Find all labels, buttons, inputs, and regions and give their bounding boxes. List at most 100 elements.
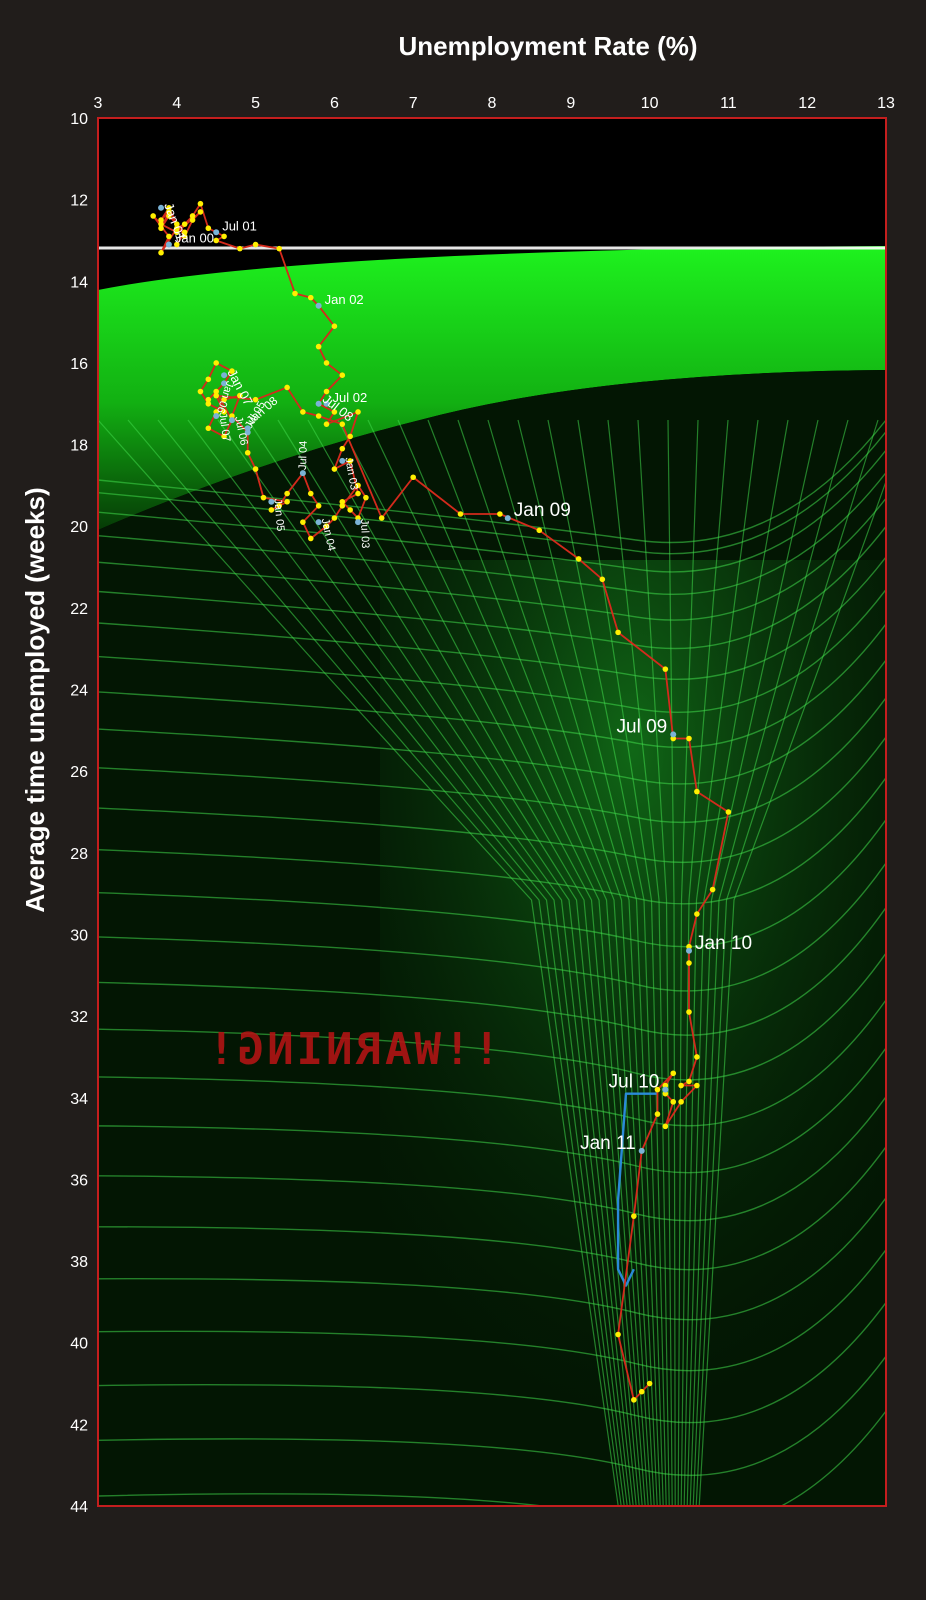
point-label: Jan 11: [580, 1133, 636, 1154]
data-point: [197, 388, 204, 395]
labeled-point: [504, 515, 511, 522]
y-tick-label: 24: [70, 683, 88, 700]
data-point: [213, 237, 219, 244]
data-point: [197, 200, 204, 207]
data-point: [615, 629, 621, 636]
data-point: [694, 1054, 700, 1060]
x-tick-label: 7: [409, 95, 418, 112]
data-point: [662, 666, 669, 672]
x-tick-label: 13: [877, 95, 895, 112]
data-point: [686, 1078, 692, 1085]
y-tick-label: 14: [70, 274, 88, 291]
labeled-point: [686, 947, 692, 954]
labeled-point: [315, 302, 322, 309]
data-point: [205, 425, 212, 432]
x-tick-label: 11: [720, 95, 737, 112]
data-point: [678, 1082, 684, 1089]
data-point: [599, 576, 606, 583]
data-point: [631, 1397, 637, 1403]
data-point: [694, 1082, 700, 1089]
data-point: [331, 515, 338, 521]
data-point: [670, 1099, 677, 1105]
data-point: [158, 249, 164, 256]
y-tick-label: 26: [70, 764, 88, 781]
data-point: [300, 519, 306, 525]
data-point: [497, 511, 503, 517]
data-point: [646, 1380, 653, 1387]
data-point: [252, 466, 259, 472]
point-label: Jan 02: [325, 292, 364, 307]
data-point: [631, 1213, 637, 1219]
labeled-point: [670, 731, 677, 738]
data-point: [615, 1331, 621, 1338]
labeled-point: [662, 1086, 669, 1093]
labeled-point: [638, 1147, 645, 1154]
y-tick-label: 28: [70, 846, 88, 863]
y-tick-label: 40: [70, 1336, 88, 1353]
data-point: [237, 245, 243, 252]
x-tick-label: 8: [488, 95, 497, 112]
data-point: [339, 372, 346, 378]
data-point: [276, 245, 283, 252]
labeled-point: [165, 241, 172, 248]
y-axis-title: Average time unemployed (weeks): [20, 487, 50, 912]
data-point: [221, 233, 227, 240]
data-point: [150, 213, 156, 219]
x-tick-label: 6: [330, 95, 339, 112]
data-point: [292, 290, 298, 297]
y-tick-label: 10: [70, 111, 88, 128]
data-point: [197, 209, 204, 215]
point-label: Jul 10: [609, 1072, 660, 1093]
data-point: [686, 735, 692, 742]
data-point: [300, 409, 306, 415]
y-tick-label: 38: [70, 1254, 88, 1271]
data-point: [378, 515, 385, 521]
y-tick-label: 20: [70, 519, 88, 536]
data-point: [315, 343, 322, 350]
data-point: [355, 490, 361, 497]
data-point: [575, 556, 582, 562]
data-point: [284, 490, 290, 497]
data-point: [213, 392, 219, 399]
data-point: [323, 360, 330, 366]
data-point: [686, 1009, 692, 1015]
y-tick-label: 42: [70, 1417, 88, 1434]
data-point: [331, 466, 338, 472]
chart: !!WARNING! 3 4 5 6 7 8 9 10 11 12 13 1012141618202…: [20, 31, 895, 1516]
warning-caption: !!WARNING!: [205, 1024, 500, 1075]
data-point: [536, 527, 543, 534]
data-point: [694, 911, 700, 917]
data-point: [694, 788, 700, 795]
data-point: [252, 241, 259, 248]
background-art: !!WARNING!: [98, 246, 886, 1506]
data-point: [339, 503, 346, 509]
point-label: Jan 10: [695, 933, 752, 954]
data-point: [244, 449, 251, 456]
x-tick-label: 9: [566, 95, 575, 112]
data-point: [662, 1123, 669, 1130]
labeled-point: [213, 229, 220, 236]
y-axis-ticks: 10 12 14 16 18 20 22 24 26 28 30 32 34 36 38 40 42 44: [70, 111, 88, 1516]
data-point: [678, 1099, 684, 1105]
x-tick-label: 10: [641, 95, 659, 112]
data-point: [166, 233, 172, 240]
data-point: [457, 511, 464, 517]
data-point: [638, 1388, 645, 1395]
y-tick-label: 32: [70, 1009, 88, 1026]
data-point: [307, 490, 314, 497]
data-point: [307, 535, 314, 542]
data-point: [339, 445, 346, 452]
point-label: Jul 04: [297, 441, 310, 471]
data-point: [323, 421, 330, 427]
data-point: [189, 213, 196, 219]
x-tick-label: 4: [172, 95, 181, 112]
y-tick-label: 16: [70, 356, 88, 373]
y-tick-label: 36: [70, 1172, 88, 1189]
data-point: [205, 400, 212, 407]
data-point: [347, 507, 353, 513]
data-point: [158, 221, 164, 227]
point-label: Jul 03: [358, 519, 371, 549]
data-point: [315, 503, 322, 509]
y-tick-label: 22: [70, 601, 88, 618]
x-axis-title: Unemployment Rate (%): [398, 31, 697, 61]
